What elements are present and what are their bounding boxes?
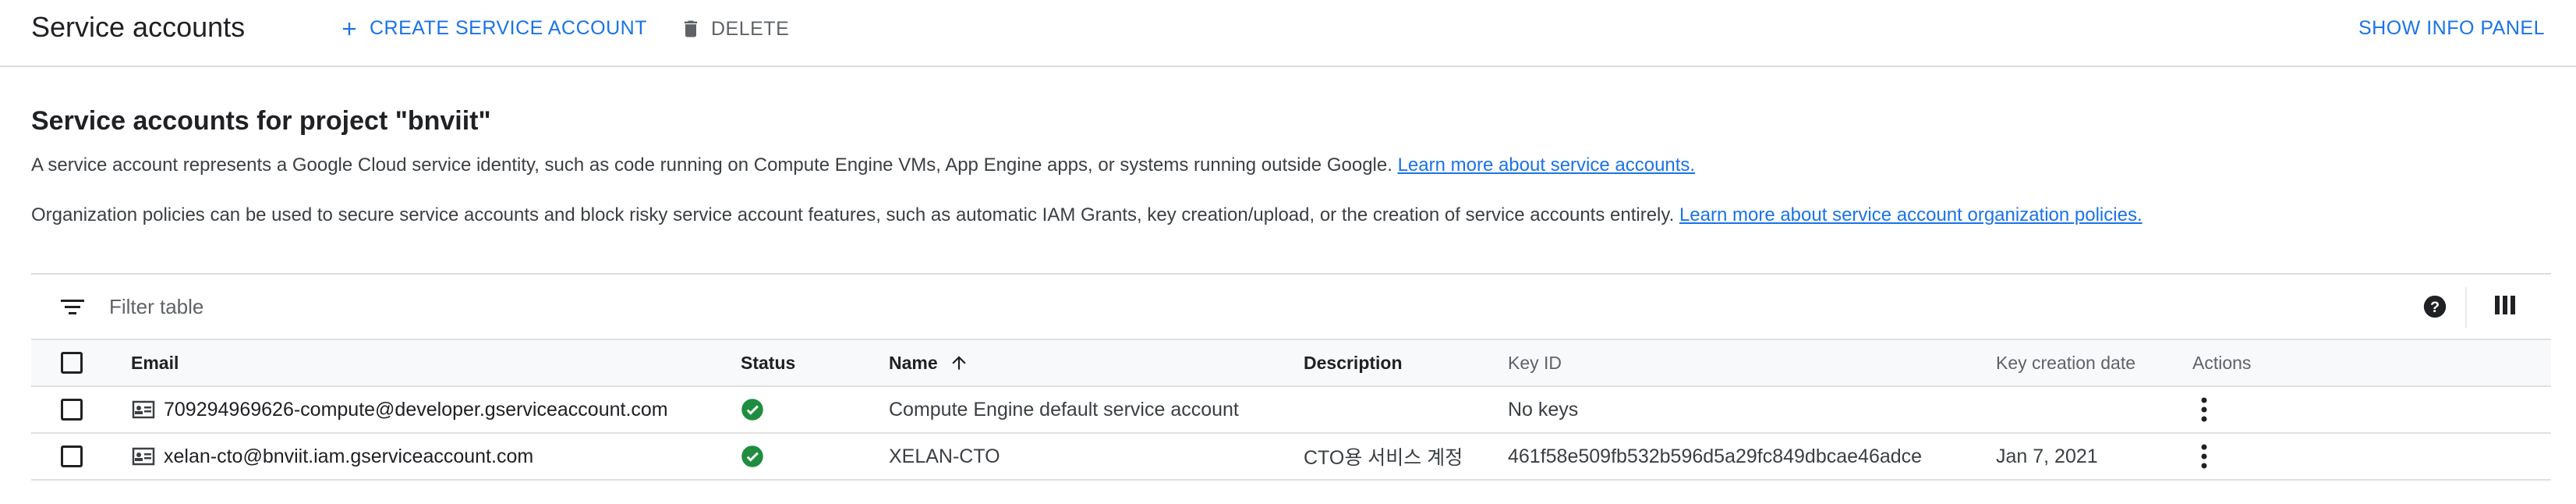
- delete-label: DELETE: [711, 17, 790, 40]
- name-cell: XELAN-CTO: [889, 445, 1000, 467]
- check-circle-icon: [741, 399, 763, 421]
- learn-more-service-accounts-link[interactable]: Learn more about service accounts.: [1398, 154, 1696, 176]
- page-title: Service accounts: [31, 11, 246, 43]
- learn-more-org-policies-link[interactable]: Learn more about service account organiz…: [1679, 204, 2143, 225]
- description-text: Organization policies can be used to sec…: [31, 204, 1679, 225]
- service-account-icon: [132, 447, 155, 466]
- row-select-cell: [61, 387, 83, 432]
- key-id-cell: No keys: [1508, 398, 1579, 421]
- table-header-row: Email Status Name Description Key ID Key…: [31, 339, 2551, 387]
- actions-cell: [2192, 434, 2216, 479]
- table-row: xelan-cto@bnviit.iam.gserviceaccount.com…: [31, 434, 2551, 481]
- column-header-status[interactable]: Status: [741, 340, 795, 385]
- main-content: Service accounts for project "bnviit" A …: [31, 106, 2549, 225]
- email-link[interactable]: xelan-cto@bnviit.iam.gserviceaccount.com: [164, 445, 533, 468]
- delete-button[interactable]: DELETE: [680, 17, 789, 41]
- filter-bar: Filter table ?: [31, 273, 2551, 340]
- plus-icon: [342, 22, 356, 35]
- filter-input[interactable]: Filter table: [109, 295, 203, 319]
- show-info-panel-button[interactable]: SHOW INFO PANEL: [2358, 17, 2545, 40]
- column-header-key-id: Key ID: [1508, 352, 1562, 373]
- toolbar-divider: [2465, 287, 2467, 328]
- key-date-cell: Jan 7, 2021: [1996, 445, 2098, 467]
- actions-cell: [2192, 387, 2216, 432]
- row-select-cell: [61, 434, 83, 479]
- section-title: Service accounts for project "bnviit": [31, 106, 491, 136]
- row-checkbox[interactable]: [61, 445, 83, 467]
- check-circle-icon: [741, 445, 763, 467]
- help-icon[interactable]: ?: [2422, 293, 2448, 320]
- more-vert-icon[interactable]: [2192, 396, 2216, 424]
- key-id-cell: 461f58e509fb532b596d5a29fc849dbcae46adce: [1508, 445, 1923, 467]
- column-header-key-creation-date: Key creation date: [1996, 352, 2136, 373]
- more-vert-icon[interactable]: [2192, 442, 2216, 470]
- email-link[interactable]: 709294969626-compute@developer.gservicea…: [164, 399, 668, 421]
- svg-text:?: ?: [2430, 299, 2440, 316]
- create-service-account-button[interactable]: CREATE SERVICE ACCOUNT: [338, 17, 647, 40]
- filter-icon[interactable]: [61, 298, 84, 317]
- arrow-up-icon: [951, 356, 966, 370]
- service-account-icon: [132, 400, 155, 419]
- email-cell: xelan-cto@bnviit.iam.gserviceaccount.com: [131, 434, 533, 479]
- status-cell: [741, 387, 764, 432]
- select-all-cell: [61, 340, 83, 385]
- column-header-actions: Actions: [2192, 352, 2252, 373]
- description-text: A service account represents a Google Cl…: [31, 154, 1398, 176]
- column-header-name[interactable]: Name: [889, 340, 969, 385]
- top-toolbar: Service accounts CREATE SERVICE ACCOUNT …: [0, 0, 2576, 67]
- column-header-email[interactable]: Email: [131, 340, 179, 385]
- columns-icon[interactable]: [2493, 293, 2517, 317]
- trash-icon: [684, 20, 698, 37]
- row-checkbox[interactable]: [61, 399, 83, 421]
- column-header-name-label: Name: [889, 352, 938, 373]
- description-org-policies: Organization policies can be used to sec…: [31, 204, 2143, 226]
- description-service-accounts: A service account represents a Google Cl…: [31, 154, 1695, 176]
- service-accounts-table: Email Status Name Description Key ID Key…: [31, 339, 2551, 481]
- show-info-panel-label: SHOW INFO PANEL: [2358, 17, 2545, 39]
- select-all-checkbox[interactable]: [61, 352, 83, 374]
- status-cell: [741, 434, 764, 479]
- table-row: 709294969626-compute@developer.gservicea…: [31, 387, 2551, 434]
- column-header-description[interactable]: Description: [1304, 340, 1403, 385]
- description-cell: CTO용 서비스 계정: [1304, 447, 1463, 469]
- create-service-account-label: CREATE SERVICE ACCOUNT: [370, 17, 647, 39]
- email-cell: 709294969626-compute@developer.gservicea…: [131, 387, 668, 432]
- name-cell: Compute Engine default service account: [889, 398, 1239, 421]
